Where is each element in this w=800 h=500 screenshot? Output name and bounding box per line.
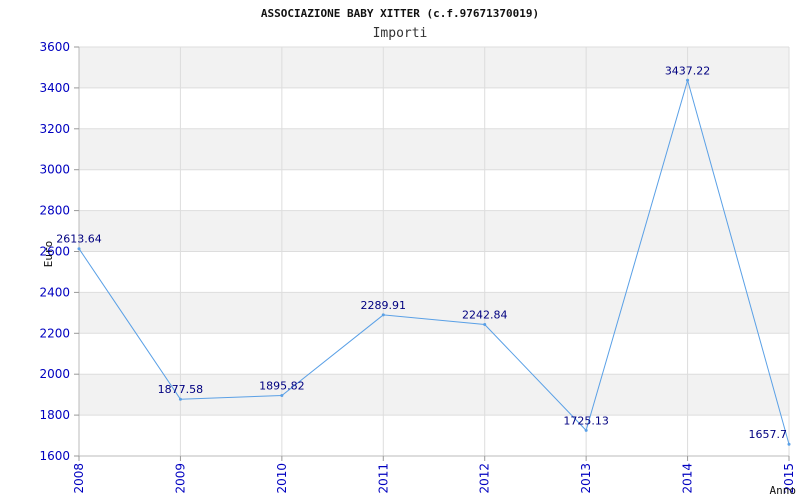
plot-band [79,333,789,375]
data-point [787,442,791,446]
x-tick-label: 2012 [478,463,492,494]
y-axis-label: Euro [42,241,55,268]
x-tick-label: 2011 [376,463,390,494]
plot-band [79,87,789,129]
data-label: 2242.84 [462,309,508,322]
data-label: 1725.13 [563,414,609,427]
plot-band [79,210,789,252]
y-tick-label: 2800 [39,204,70,218]
y-tick-label: 1600 [39,449,70,463]
x-axis-label: Anno [770,484,797,497]
data-label: 2613.64 [56,233,102,246]
y-tick-label: 3600 [39,40,70,54]
data-point [280,394,284,398]
x-tick-label: 2014 [681,463,695,494]
data-point [686,78,690,82]
plot-band [79,251,789,293]
y-tick-label: 2200 [39,326,70,340]
data-label: 1657.7 [749,428,788,441]
chart-subtitle: Importi [373,26,428,41]
y-tick-label: 3200 [39,122,70,136]
x-tick-label: 2009 [173,463,187,494]
y-tick-label: 2000 [39,367,70,381]
y-tick-label: 2400 [39,285,70,299]
plot-band [79,128,789,170]
plot-band [79,415,789,456]
plot-band [79,292,789,334]
chart: ASSOCIAZIONE BABY XITTER (c.f.9767137001… [39,7,797,497]
y-tick-label: 3000 [39,163,70,177]
data-label: 1895.82 [259,380,305,393]
data-point [483,323,487,327]
y-tick-label: 3400 [39,81,70,95]
x-tick-label: 2008 [72,463,86,494]
chart-title: ASSOCIAZIONE BABY XITTER (c.f.9767137001… [261,7,539,20]
data-label: 1877.58 [158,383,204,396]
x-tick-label: 2010 [275,463,289,494]
data-label: 2289.91 [361,299,407,312]
y-tick-label: 1800 [39,408,70,422]
plot-band [79,169,789,211]
data-point [584,428,588,432]
data-point [381,313,385,317]
data-point [178,397,182,401]
x-tick-label: 2013 [579,463,593,494]
data-point [77,247,81,251]
data-label: 3437.22 [665,64,711,77]
x-ticks: 2008 2009 2010 2011 2012 2013 2014 2015 [72,456,796,494]
